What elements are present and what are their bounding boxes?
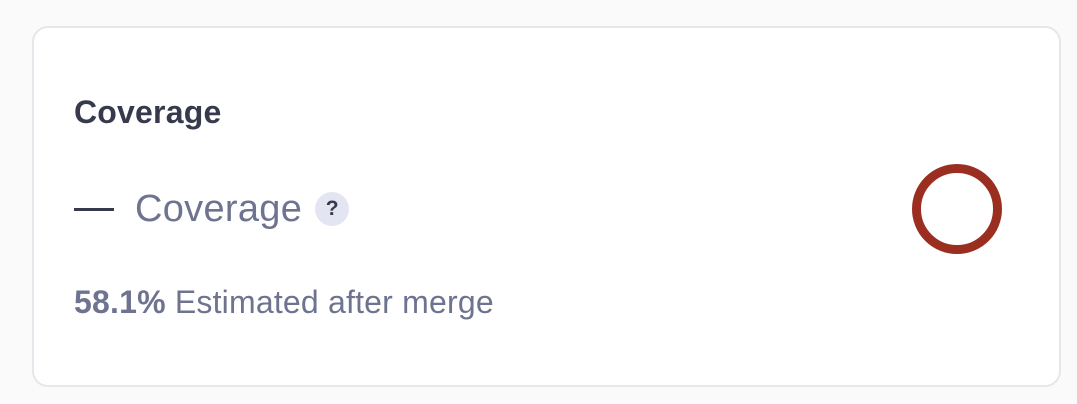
card-title: Coverage (74, 94, 222, 130)
estimated-coverage-label: Estimated after merge (174, 284, 494, 320)
coverage-metric-label: Coverage (135, 187, 303, 230)
coverage-card: Coverage Coverage ? 58.1% Estimated afte… (32, 26, 1061, 387)
coverage-metric-row: Coverage ? (74, 184, 350, 234)
estimate-row: 58.1% Estimated after merge (74, 284, 494, 321)
empty-ring-icon (912, 164, 1002, 254)
empty-value-dash (74, 207, 114, 211)
question-mark-icon[interactable]: ? (315, 192, 350, 226)
estimated-coverage-value: 58.1% (74, 284, 166, 320)
